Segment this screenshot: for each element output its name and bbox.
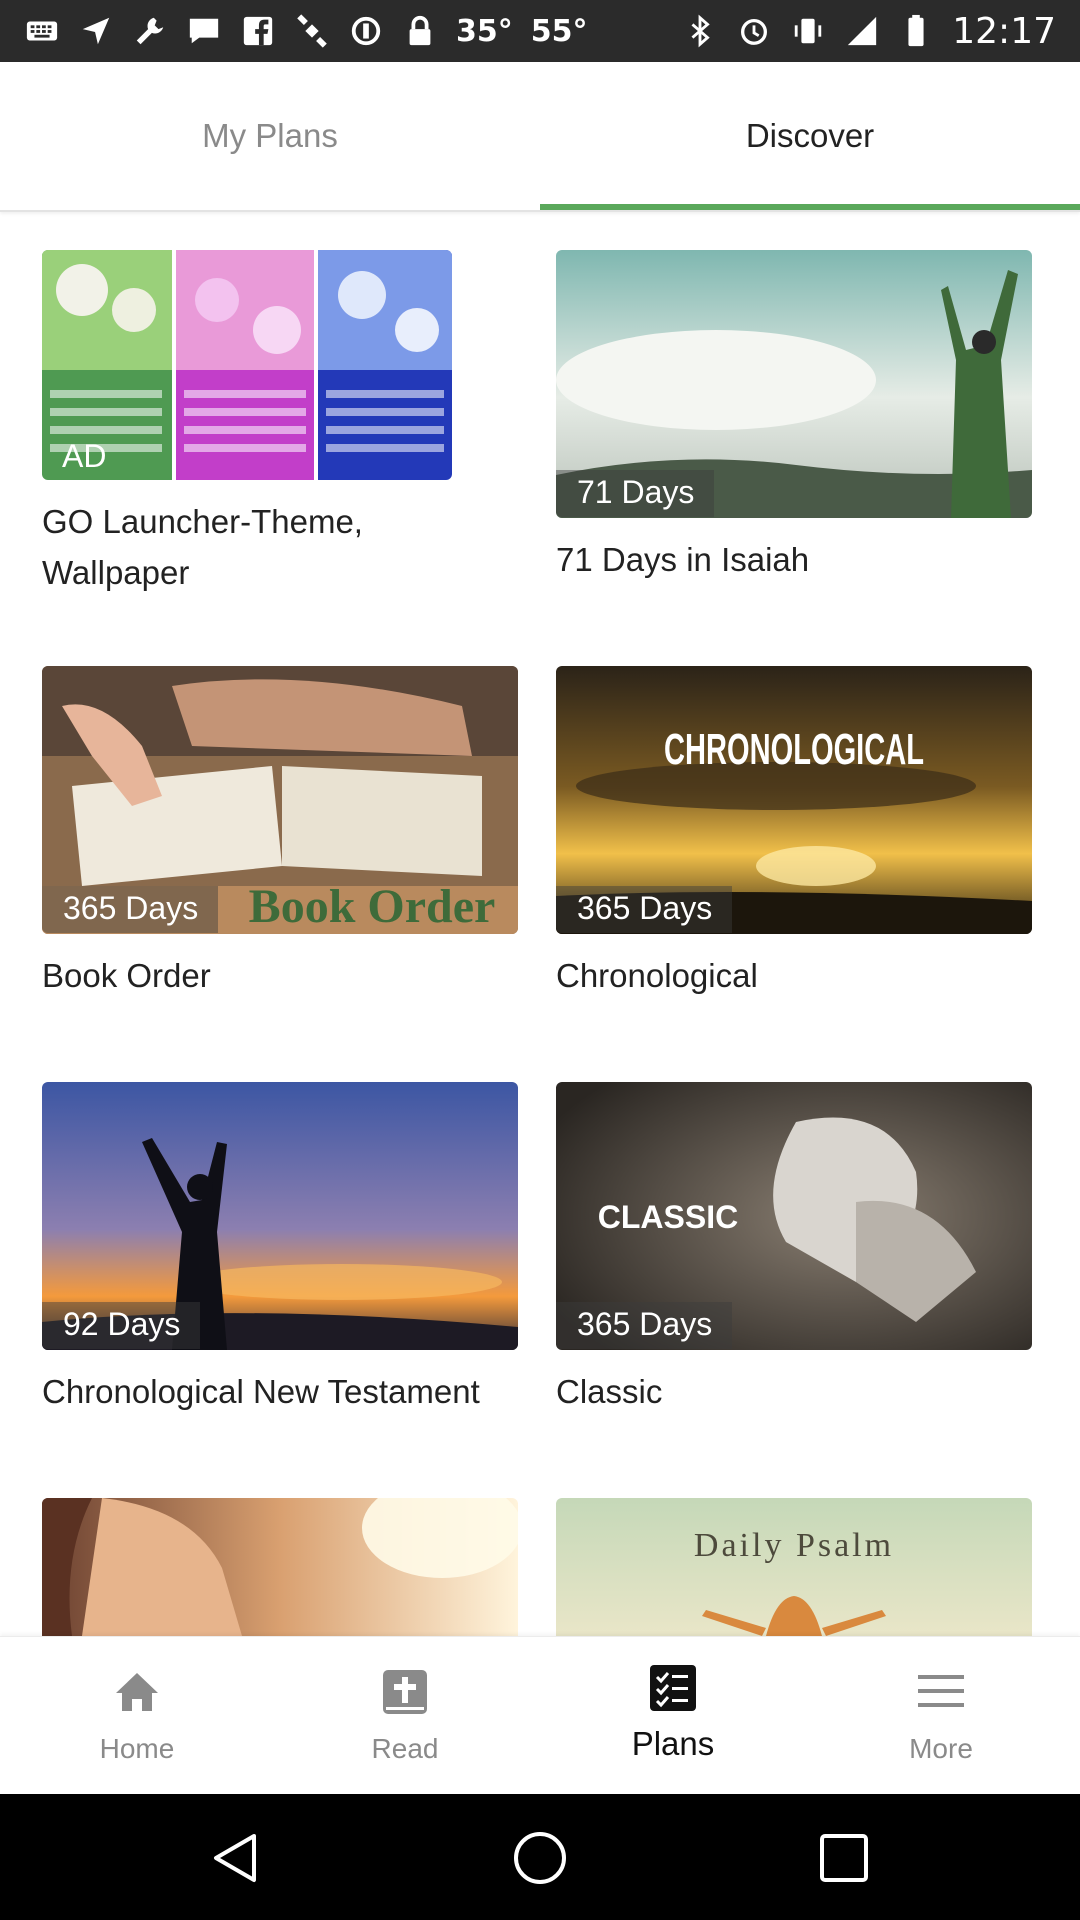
menu-icon — [916, 1667, 966, 1717]
duration-badge: 92 Days — [42, 1302, 201, 1349]
ad-badge: AD — [62, 438, 107, 474]
back-icon[interactable] — [206, 1828, 266, 1888]
clock: 12:17 — [952, 10, 1056, 52]
image-text: CHRONOLOGICAL — [664, 725, 924, 774]
home-circle-icon[interactable] — [510, 1828, 570, 1888]
checklist-icon — [648, 1663, 698, 1713]
plan-image — [42, 1498, 518, 1636]
nav-label: Plans — [631, 1725, 715, 1762]
system-navigation-bar — [0, 1794, 1080, 1920]
duration-badge: 365 Days — [556, 886, 733, 933]
nav-more[interactable]: More — [806, 1637, 1076, 1795]
keyboard-icon — [24, 13, 60, 49]
image-text: Daily Psalm — [694, 1527, 894, 1564]
card-title: 71 Days in Isaiah — [556, 541, 810, 578]
plan-card[interactable]: Daily Psalm — [556, 1498, 1032, 1636]
plan-card[interactable]: CLASSIC 365 Days Classic — [556, 1082, 1032, 1422]
bottom-navigation: Home Read Plans More — [0, 1636, 1080, 1794]
duration-badge: 365 Days — [556, 1302, 733, 1349]
card-title: GO Launcher-Theme, Wallpaper — [42, 503, 363, 591]
nav-read[interactable]: Read — [270, 1637, 540, 1795]
tab-my-plans[interactable]: My Plans — [0, 62, 540, 210]
bluetooth-icon — [682, 13, 718, 49]
sync-icon — [348, 13, 384, 49]
bible-icon — [380, 1667, 430, 1717]
nav-label: Read — [371, 1733, 439, 1764]
status-bar: 35° 55° 12:17 — [0, 0, 1080, 62]
plan-card[interactable]: CHRONOLOGICAL 365 Days Chronological — [556, 666, 1032, 1006]
nav-label: More — [909, 1733, 973, 1764]
temperature-2: 55° — [530, 13, 588, 49]
recents-icon[interactable] — [814, 1828, 874, 1888]
nav-plans[interactable]: Plans — [538, 1637, 808, 1795]
tab-discover[interactable]: Discover — [540, 62, 1080, 210]
home-icon — [112, 1667, 162, 1717]
alarm-icon — [736, 13, 772, 49]
card-title: Chronological — [556, 957, 758, 994]
lock-icon — [402, 13, 438, 49]
battery-icon — [898, 13, 934, 49]
card-title: Classic — [556, 1373, 663, 1410]
card-title: Book Order — [42, 957, 211, 994]
tab-indicator — [540, 204, 1080, 210]
facebook-icon — [240, 13, 276, 49]
message-icon — [186, 13, 222, 49]
duration-badge: 71 Days — [556, 470, 715, 517]
nav-label: Home — [99, 1733, 175, 1764]
plan-card[interactable] — [42, 1498, 518, 1636]
duration-badge: 365 Days — [42, 886, 219, 933]
vibrate-icon — [790, 13, 826, 49]
plan-card[interactable]: 71 Days 71 Days in Isaiah — [556, 250, 1032, 580]
card-title: Chronological New Testament — [42, 1373, 480, 1410]
plan-card[interactable]: Book Order 365 Days Book Order — [42, 666, 518, 1006]
plan-card[interactable]: 92 Days Chronological New Testament — [42, 1082, 518, 1462]
ad-card[interactable]: AD GO Launcher-Theme, Wallpaper — [42, 250, 452, 610]
signal-icon — [844, 13, 880, 49]
satellite-icon — [294, 13, 330, 49]
plan-image: Daily Psalm — [556, 1498, 1032, 1636]
temperature-1: 35° — [456, 13, 513, 49]
nav-home[interactable]: Home — [2, 1637, 272, 1795]
image-text: CLASSIC — [598, 1199, 738, 1235]
tab-bar: My Plans Discover — [0, 62, 1080, 212]
image-text: Book Order — [249, 880, 496, 933]
wrench-icon — [132, 13, 168, 49]
navigation-icon — [78, 13, 114, 49]
